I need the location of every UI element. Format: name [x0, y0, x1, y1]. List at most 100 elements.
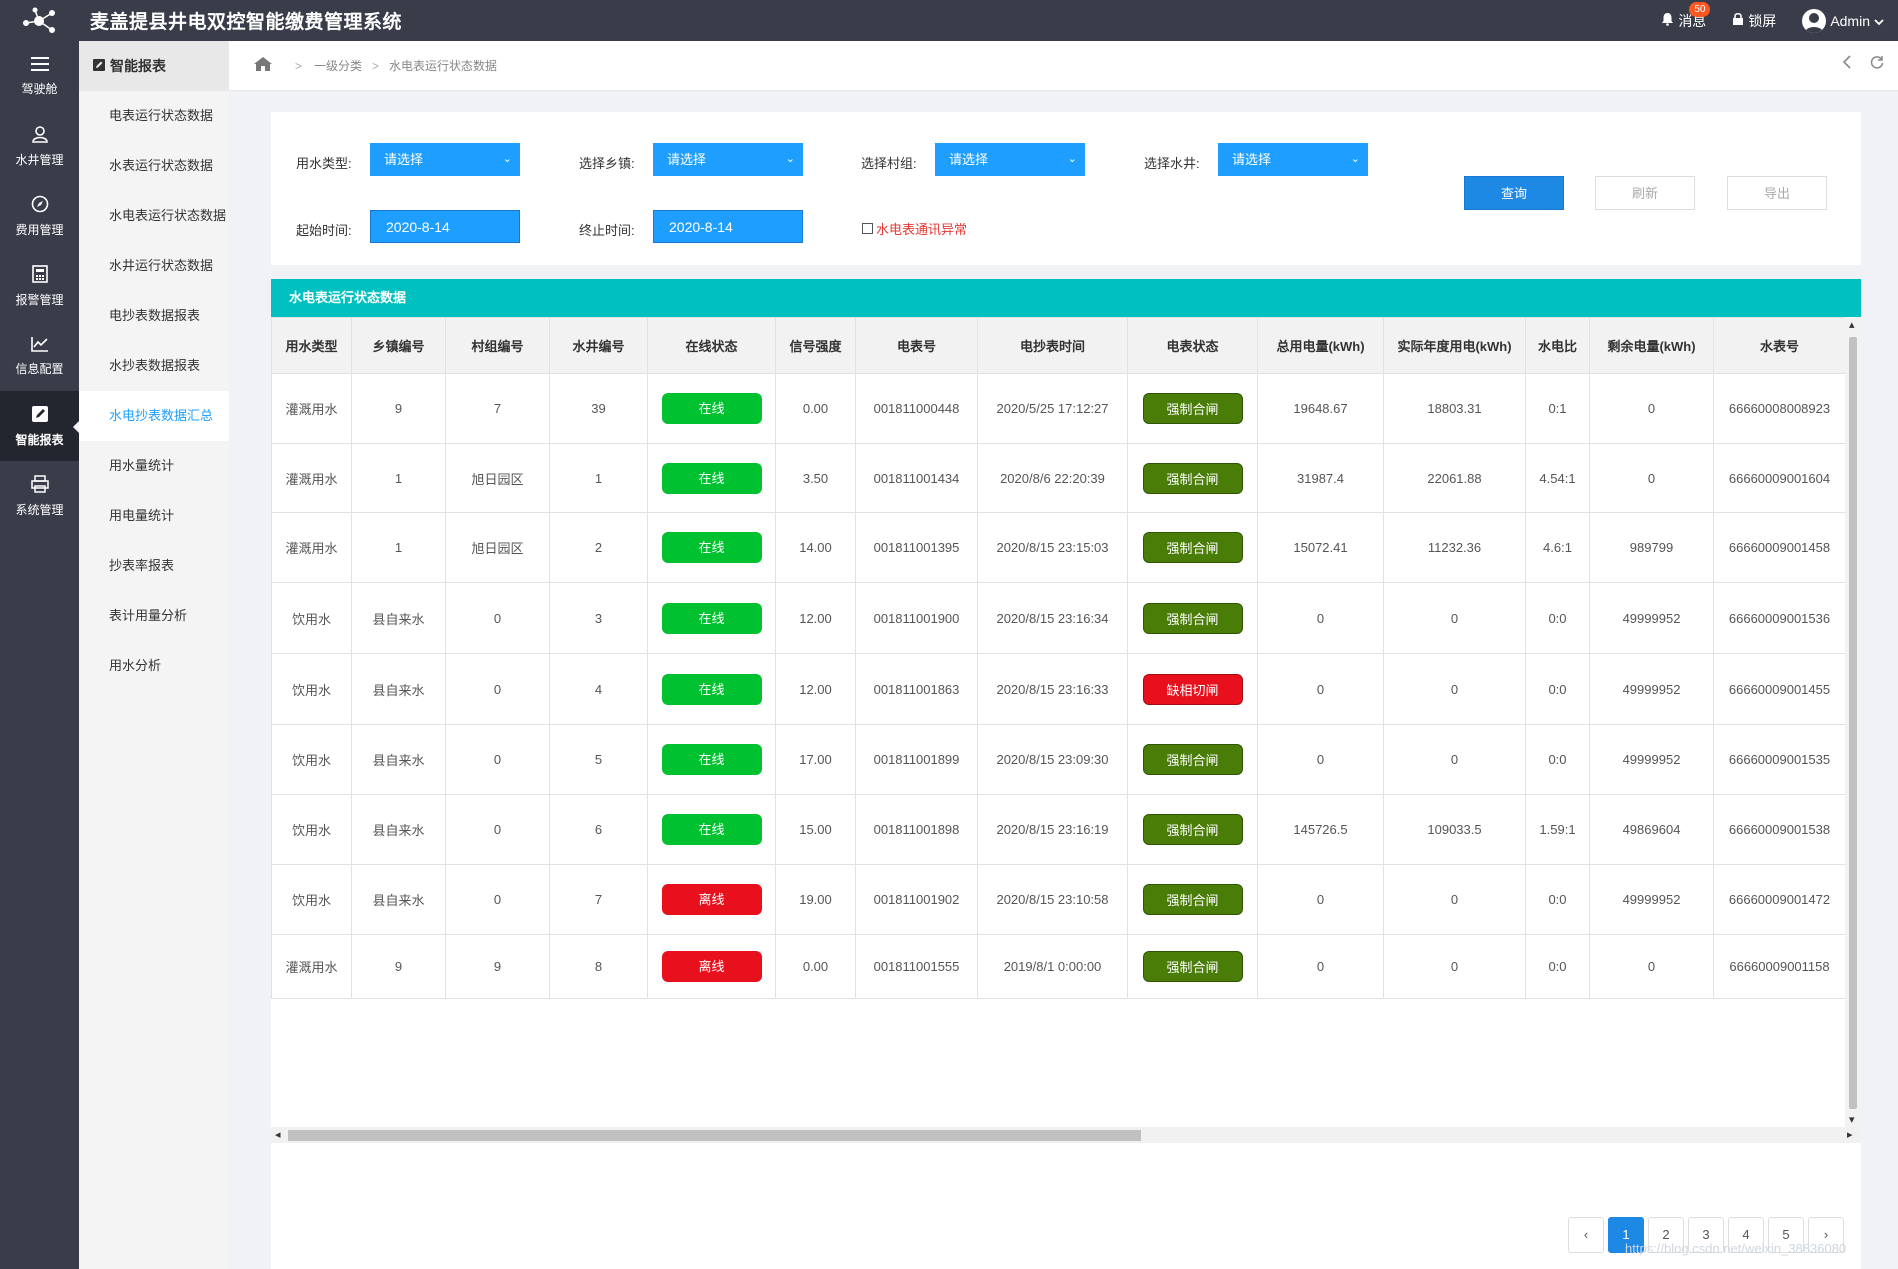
online-status-badge[interactable]: 离线	[661, 884, 762, 915]
query-button[interactable]: 查询	[1464, 176, 1564, 210]
online-status-badge[interactable]: 在线	[661, 532, 762, 563]
messages-button[interactable]: 消息 50	[1661, 1, 1711, 31]
online-status-badge[interactable]: 离线	[661, 951, 762, 982]
scroll-right-icon[interactable]: ▸	[1847, 1128, 1853, 1141]
table-cell: 县自来水	[351, 724, 446, 795]
meter-status-badge[interactable]: 强制合闸	[1142, 744, 1243, 775]
table-cell: 8	[549, 934, 648, 999]
mainnav-item-config[interactable]: 信息配置	[0, 321, 79, 391]
meter-status-badge[interactable]: 强制合闸	[1142, 814, 1243, 845]
meter-status-badge[interactable]: 缺相切闸	[1142, 673, 1243, 705]
home-icon[interactable]	[253, 56, 273, 75]
vertical-scroll-thumb[interactable]	[1849, 337, 1857, 1109]
refresh-button[interactable]: 刷新	[1595, 176, 1695, 210]
scroll-left-icon[interactable]: ◂	[275, 1128, 281, 1141]
subnav-item[interactable]: 水电表运行状态数据	[79, 191, 229, 241]
subnav-header: 智能报表	[79, 41, 229, 91]
table-cell: 66660009001538	[1713, 794, 1845, 865]
chevron-down-icon: ⌄	[1350, 153, 1360, 165]
table-cell: 0	[1257, 934, 1384, 999]
chart-icon	[30, 336, 49, 355]
scroll-down-icon[interactable]: ▾	[1849, 1113, 1855, 1126]
column-header: 电抄表时间	[977, 317, 1128, 374]
town-select[interactable]: 请选择 ⌄	[653, 143, 803, 176]
mainnav-item-reports[interactable]: 智能报表	[0, 391, 80, 461]
prev-page-button[interactable]: ‹	[1568, 1217, 1604, 1253]
end-time-input[interactable]: 2020-8-14	[653, 210, 803, 243]
table-cell: 强制合闸	[1127, 794, 1258, 865]
lock-screen-button[interactable]: 锁屏	[1732, 11, 1776, 31]
table-cell: 0	[1257, 653, 1384, 725]
mainnav-item-cockpit[interactable]: 驾驶舱	[0, 41, 79, 111]
subnav-item[interactable]: 电抄表数据报表	[79, 291, 229, 341]
online-status-badge[interactable]: 在线	[661, 814, 762, 845]
table-cell: 2020/8/15 23:09:30	[977, 724, 1128, 795]
mainnav-item-system[interactable]: 系统管理	[0, 461, 79, 531]
subnav-item[interactable]: 水表运行状态数据	[79, 141, 229, 191]
water-type-label: 用水类型:	[296, 156, 352, 171]
table-cell: 饮用水	[271, 864, 352, 935]
well-select[interactable]: 请选择 ⌄	[1218, 143, 1368, 176]
table-cell: 15072.41	[1257, 512, 1384, 583]
subnav-item[interactable]: 水井运行状态数据	[79, 241, 229, 291]
table-cell: 001811001902	[855, 864, 978, 935]
table-cell: 强制合闸	[1127, 934, 1258, 999]
meter-status-badge[interactable]: 强制合闸	[1142, 602, 1243, 634]
table-cell: 2020/8/15 23:16:34	[977, 582, 1128, 654]
table-cell: 在线	[647, 724, 776, 795]
column-header: 水表号	[1713, 317, 1845, 374]
export-button[interactable]: 导出	[1727, 176, 1827, 210]
meter-status-badge[interactable]: 强制合闸	[1142, 532, 1243, 563]
table-cell: 县自来水	[351, 582, 446, 654]
online-status-badge[interactable]: 在线	[661, 673, 762, 705]
table-cell: 1	[351, 443, 446, 513]
subnav-item[interactable]: 表计用量分析	[79, 591, 229, 641]
online-status-badge[interactable]: 在线	[661, 393, 762, 424]
subnav-item-active[interactable]: 水电抄表数据汇总	[79, 391, 229, 441]
table-cell: 强制合闸	[1127, 724, 1258, 795]
table-cell: 4.54:1	[1525, 443, 1590, 513]
filter-panel: 用水类型: 请选择 ⌄ 选择乡镇: 请选择 ⌄ 选择村组: 请选择 ⌄ 选择水井…	[271, 112, 1861, 265]
select-value: 请选择	[1232, 152, 1272, 167]
meter-status-badge[interactable]: 强制合闸	[1142, 951, 1243, 982]
water-type-select[interactable]: 请选择 ⌄	[370, 143, 520, 176]
online-status-badge[interactable]: 在线	[661, 462, 762, 494]
subnav-item[interactable]: 电表运行状态数据	[79, 91, 229, 141]
table-cell: 66660009001458	[1713, 512, 1845, 583]
table-row: 灌溉用水 1 旭日园区 2 在线 14.00 001811001395 2020/8/15 2…	[271, 512, 1845, 583]
online-status-badge[interactable]: 在线	[661, 602, 762, 634]
subnav-item[interactable]: 用电量统计	[79, 491, 229, 541]
back-icon[interactable]	[1842, 55, 1852, 72]
refresh-icon[interactable]	[1870, 55, 1884, 72]
online-status-badge[interactable]: 在线	[661, 744, 762, 775]
breadcrumb-level1[interactable]: 一级分类	[314, 57, 362, 74]
table-cell: 在线	[647, 794, 776, 865]
comm-abnormal-checkbox[interactable]: 水电表通讯异常	[862, 219, 967, 238]
scroll-up-icon[interactable]: ▴	[1849, 318, 1855, 331]
mainnav-item-fees[interactable]: 费用管理	[0, 181, 79, 251]
bell-icon	[1661, 12, 1674, 29]
village-select[interactable]: 请选择 ⌄	[935, 143, 1085, 176]
horizontal-scrollbar[interactable]: ◂ ▸	[271, 1127, 1861, 1143]
horizontal-scroll-thumb[interactable]	[288, 1130, 1141, 1141]
subnav-item[interactable]: 抄表率报表	[79, 541, 229, 591]
table-cell: 49999952	[1589, 724, 1714, 795]
table-cell: 15.00	[775, 794, 856, 865]
subnav-item[interactable]: 用水量统计	[79, 441, 229, 491]
meter-status-badge[interactable]: 强制合闸	[1142, 462, 1243, 494]
table-cell: 66660009001455	[1713, 653, 1845, 725]
start-time-input[interactable]: 2020-8-14	[370, 210, 520, 243]
subnav-item[interactable]: 水抄表数据报表	[79, 341, 229, 391]
start-time-label: 起始时间:	[296, 223, 352, 238]
edit-icon	[93, 58, 105, 74]
user-menu[interactable]: Admin	[1802, 8, 1884, 33]
mainnav-item-alarms[interactable]: 报警管理	[0, 251, 79, 321]
user-icon	[31, 125, 49, 146]
mainnav-label: 智能报表	[15, 432, 64, 447]
mainnav-item-wells[interactable]: 水井管理	[0, 111, 79, 181]
vertical-scrollbar[interactable]: ▴ ▾	[1845, 317, 1861, 1127]
town-label: 选择乡镇:	[579, 156, 635, 171]
meter-status-badge[interactable]: 强制合闸	[1142, 884, 1243, 915]
meter-status-badge[interactable]: 强制合闸	[1142, 393, 1243, 424]
subnav-item[interactable]: 用水分析	[79, 641, 229, 691]
